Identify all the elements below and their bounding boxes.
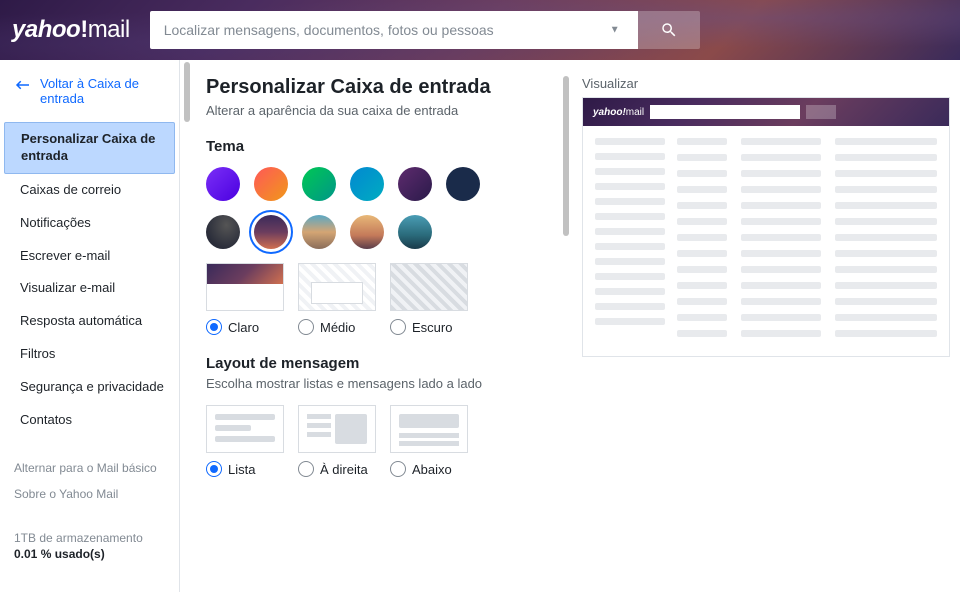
layout-option-right[interactable]: À direita: [298, 405, 376, 477]
theme-swatch-canyon[interactable]: [302, 215, 336, 249]
preview-list-skeleton: [677, 138, 937, 344]
arrow-left-icon: [14, 78, 32, 92]
about-yahoo-mail-link[interactable]: Sobre o Yahoo Mail: [14, 481, 165, 507]
sidebar-footer: Alternar para o Mail básico Sobre o Yaho…: [4, 455, 175, 507]
mode-option-medium[interactable]: Médio: [298, 263, 376, 335]
settings-sidebar: Voltar à Caixa de entrada Personalizar C…: [0, 60, 180, 592]
theme-mode-row: Claro Médio Escuro: [206, 263, 572, 335]
mode-option-dark[interactable]: Escuro: [390, 263, 468, 335]
theme-heading: Tema: [206, 138, 572, 155]
layout-heading: Layout de mensagem: [206, 355, 572, 372]
storage-used: 0.01 % usado(s): [14, 547, 165, 561]
search-container: ▼: [150, 11, 700, 49]
preview-title: Visualizar: [582, 76, 950, 91]
layout-label-right: À direita: [320, 462, 368, 477]
nav-contacts[interactable]: Contatos: [4, 404, 175, 437]
page-subtitle: Alterar a aparência da sua caixa de entr…: [206, 103, 572, 118]
radio-layout-below[interactable]: [390, 461, 406, 477]
preview-logo: yahoo!mail: [593, 107, 644, 118]
layout-thumb-list: [206, 405, 284, 453]
settings-nav: Personalizar Caixa de entrada Caixas de …: [4, 122, 175, 437]
preview-search-placeholder: [650, 105, 800, 119]
layout-label-list: Lista: [228, 462, 255, 477]
theme-swatch-blue[interactable]: [350, 167, 384, 201]
switch-basic-mail-link[interactable]: Alternar para o Mail básico: [14, 455, 165, 481]
back-to-inbox-link[interactable]: Voltar à Caixa de entrada: [4, 74, 175, 116]
nav-security-privacy[interactable]: Segurança e privacidade: [4, 371, 175, 404]
nav-compose-email[interactable]: Escrever e-mail: [4, 240, 175, 273]
settings-scrollbar[interactable]: [560, 76, 572, 582]
preview-box: yahoo!mail: [582, 97, 950, 357]
preview-body: [583, 126, 949, 356]
preview-panel: Visualizar yahoo!mail: [582, 76, 950, 582]
storage-info: 1TB de armazenamento 0.01 % usado(s): [4, 531, 175, 561]
layout-option-list[interactable]: Lista: [206, 405, 284, 477]
layout-row: Lista À direita: [206, 405, 572, 477]
nav-personalize-inbox[interactable]: Personalizar Caixa de entrada: [4, 122, 175, 174]
mode-thumb-dark: [390, 263, 468, 311]
settings-panel: Personalizar Caixa de entrada Alterar a …: [206, 76, 572, 582]
radio-layout-right[interactable]: [298, 461, 314, 477]
theme-swatch-orange[interactable]: [254, 167, 288, 201]
storage-total: 1TB de armazenamento: [14, 531, 165, 545]
theme-swatch-ocean[interactable]: [398, 215, 432, 249]
layout-option-below[interactable]: Abaixo: [390, 405, 468, 477]
theme-color-row-1: [206, 167, 572, 201]
mode-label-medium: Médio: [320, 320, 355, 335]
search-button[interactable]: [638, 11, 700, 49]
radio-light[interactable]: [206, 319, 222, 335]
preview-header: yahoo!mail: [583, 98, 949, 126]
mode-thumb-light: [206, 263, 284, 311]
sidebar-scrollbar[interactable]: [181, 62, 193, 590]
main-content: Personalizar Caixa de entrada Alterar a …: [180, 60, 960, 592]
nav-mailboxes[interactable]: Caixas de correio: [4, 174, 175, 207]
nav-view-email[interactable]: Visualizar e-mail: [4, 272, 175, 305]
layout-label-below: Abaixo: [412, 462, 452, 477]
yahoo-mail-logo: yahoo!mail: [12, 16, 130, 44]
search-icon: [660, 21, 678, 39]
chevron-down-icon[interactable]: ▼: [610, 25, 620, 36]
nav-filters[interactable]: Filtros: [4, 338, 175, 371]
page-title: Personalizar Caixa de entrada: [206, 76, 572, 99]
mode-thumb-medium: [298, 263, 376, 311]
theme-swatch-twilight[interactable]: [254, 215, 288, 249]
theme-swatch-sunset[interactable]: [350, 215, 384, 249]
search-input[interactable]: [150, 11, 638, 49]
theme-image-row: [206, 215, 572, 249]
nav-notifications[interactable]: Notificações: [4, 207, 175, 240]
mode-label-light: Claro: [228, 320, 259, 335]
layout-thumb-right: [298, 405, 376, 453]
theme-swatch-green[interactable]: [302, 167, 336, 201]
radio-dark[interactable]: [390, 319, 406, 335]
layout-thumb-below: [390, 405, 468, 453]
back-link-label: Voltar à Caixa de entrada: [40, 76, 165, 106]
layout-sub: Escolha mostrar listas e mensagens lado …: [206, 376, 572, 391]
theme-swatch-moon[interactable]: [206, 215, 240, 249]
mode-label-dark: Escuro: [412, 320, 452, 335]
preview-search-button-placeholder: [806, 105, 836, 119]
app-header: yahoo!mail ▼: [0, 0, 960, 60]
theme-swatch-purple[interactable]: [206, 167, 240, 201]
theme-swatch-dark-purple[interactable]: [398, 167, 432, 201]
nav-auto-reply[interactable]: Resposta automática: [4, 305, 175, 338]
mode-option-light[interactable]: Claro: [206, 263, 284, 335]
radio-layout-list[interactable]: [206, 461, 222, 477]
theme-swatch-navy[interactable]: [446, 167, 480, 201]
preview-sidebar-skeleton: [595, 138, 665, 344]
radio-medium[interactable]: [298, 319, 314, 335]
